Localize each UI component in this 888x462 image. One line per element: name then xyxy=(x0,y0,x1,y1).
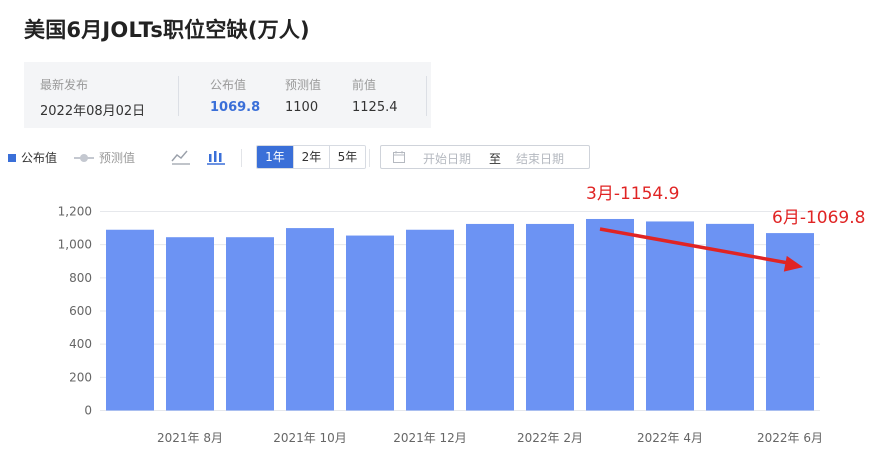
range-1y-button[interactable]: 1年 xyxy=(257,146,293,168)
y-tick-label: 400 xyxy=(69,337,92,351)
forecast-value: 1100 xyxy=(285,100,319,115)
x-tick-label: 2022年 2月 xyxy=(517,431,583,445)
forecast-label: 预测值 xyxy=(285,78,322,92)
x-tick-label: 2021年 10月 xyxy=(273,431,347,445)
bar xyxy=(166,237,214,411)
legend-forecast[interactable]: 预测值 xyxy=(74,149,135,166)
line-chart-icon[interactable] xyxy=(170,147,192,167)
bar xyxy=(106,229,154,411)
legend-forecast-label: 预测值 xyxy=(99,151,136,165)
bar xyxy=(646,221,694,411)
bar xyxy=(346,235,394,411)
previous-value: 1125.4 xyxy=(352,100,398,115)
page-title: 美国6月JOLTs职位空缺(万人) xyxy=(24,18,310,42)
end-date-input[interactable]: 结束日期 xyxy=(516,150,564,167)
x-tick-label: 2021年 12月 xyxy=(393,431,467,445)
bar xyxy=(526,223,574,411)
x-tick-label: 2021年 8月 xyxy=(157,431,223,445)
range-2y-button[interactable]: 2年 xyxy=(293,146,329,168)
latest-release-date: 2022年08月02日 xyxy=(40,104,146,119)
legend-actual-label: 公布值 xyxy=(21,151,58,165)
x-tick-label: 2022年 4月 xyxy=(637,431,703,445)
bar xyxy=(286,228,334,411)
bar xyxy=(586,218,634,411)
annotation-label: 3月-1154.9 xyxy=(586,184,679,204)
chart-toolbar: 公布值 预测值 1年 2年 5年 开始日期 至 结束日期 xyxy=(0,145,600,171)
range-selector: 1年 2年 5年 xyxy=(256,145,366,169)
legend-actual[interactable]: 公布值 xyxy=(8,149,57,166)
y-tick-label: 1,200 xyxy=(58,205,92,219)
actual-value: 1069.8 xyxy=(210,100,261,115)
date-range-separator: 至 xyxy=(489,152,502,166)
toolbar-divider xyxy=(241,149,242,167)
release-info-panel: 最新发布 2022年08月02日 公布值 1069.8 预测值 1100 前值 … xyxy=(24,62,431,128)
range-5y-button[interactable]: 5年 xyxy=(329,146,365,168)
latest-release-label: 最新发布 xyxy=(40,78,89,92)
bar xyxy=(406,229,454,411)
previous-label: 前值 xyxy=(352,78,377,92)
calendar-icon xyxy=(393,151,405,163)
job-openings-bar-chart: 0 200 400 600 800 1,000 1,200 2021年 8月 2021年 10月… xyxy=(58,184,866,445)
bar xyxy=(466,223,514,411)
info-divider xyxy=(178,76,179,116)
actual-label: 公布值 xyxy=(210,78,247,92)
y-tick-label: 0 xyxy=(84,404,92,418)
bar xyxy=(226,237,274,411)
y-tick-label: 200 xyxy=(69,370,92,384)
actual-series-swatch xyxy=(8,153,16,162)
toolbar-divider xyxy=(369,149,370,167)
y-tick-label: 800 xyxy=(69,271,92,285)
x-tick-label: 2022年 6月 xyxy=(757,431,823,445)
date-range-picker[interactable]: 开始日期 至 结束日期 xyxy=(380,145,590,169)
y-tick-label: 600 xyxy=(69,304,92,318)
start-date-input[interactable]: 开始日期 xyxy=(423,150,471,167)
info-divider xyxy=(426,76,427,116)
bar-chart-icon[interactable] xyxy=(205,147,227,167)
y-tick-label: 1,000 xyxy=(58,238,92,252)
forecast-series-swatch xyxy=(74,153,94,162)
annotation-label: 6月-1069.8 xyxy=(772,208,865,228)
